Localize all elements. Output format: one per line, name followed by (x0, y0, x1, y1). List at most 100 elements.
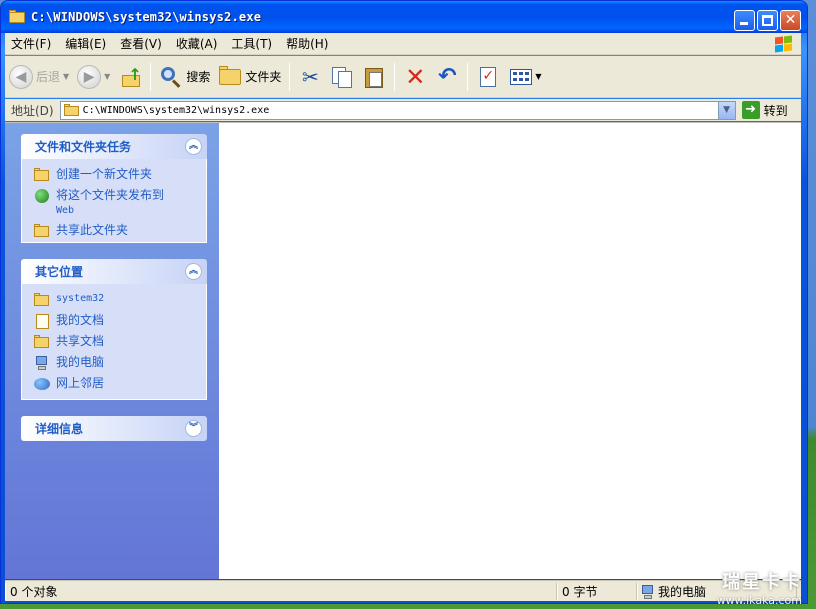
place-label: 我的电脑 (56, 355, 105, 369)
address-dropdown-icon[interactable]: ▼ (717, 101, 735, 119)
other-places-title: 其它位置 (35, 265, 84, 279)
back-button[interactable]: ◀ 后退 ▼ (5, 59, 73, 95)
search-label: 搜索 (186, 70, 211, 84)
folder-icon (34, 292, 50, 308)
folders-icon (218, 65, 242, 89)
menu-file[interactable]: 文件(F) (5, 35, 57, 52)
task-new-folder[interactable]: 创建一个新文件夹 (34, 167, 198, 183)
menu-view[interactable]: 查看(V) (114, 35, 168, 52)
details-header[interactable]: 详细信息 ︾ (21, 416, 207, 441)
menu-help[interactable]: 帮助(H) (280, 35, 334, 52)
forward-dropdown-icon[interactable]: ▼ (104, 72, 110, 81)
details-title: 详细信息 (35, 422, 84, 436)
maximize-button[interactable] (757, 10, 778, 31)
address-bar: 地址(D) C:\WINDOWS\system32\winsys2.exe ▼ … (5, 99, 801, 121)
go-label: 转到 (763, 103, 788, 118)
place-label: 网上邻居 (56, 376, 105, 390)
main-area: 文件和文件夹任务 ︽ 创建一个新文件夹 将这个文件夹发布到 Web 共享此文件夹… (5, 122, 801, 579)
task-label: 共享此文件夹 (56, 223, 129, 237)
file-tasks-title: 文件和文件夹任务 (35, 140, 132, 154)
other-places-header[interactable]: 其它位置 ︽ (21, 259, 207, 284)
file-tasks-panel: 文件和文件夹任务 ︽ 创建一个新文件夹 将这个文件夹发布到 Web 共享此文件夹 (21, 134, 207, 243)
undo-button[interactable]: ↶ (431, 59, 463, 95)
address-value: C:\WINDOWS\system32\winsys2.exe (82, 104, 270, 116)
documents-icon (34, 313, 50, 329)
properties-button[interactable]: ✓ (472, 59, 504, 95)
chevron-up-icon[interactable]: ︽ (185, 138, 202, 155)
place-my-documents[interactable]: 我的文档 (34, 313, 198, 329)
go-button[interactable]: ➜ 转到 (741, 101, 788, 119)
back-label: 后退 (36, 70, 61, 84)
menu-tools[interactable]: 工具(T) (225, 35, 278, 52)
chevron-up-icon[interactable]: ︽ (185, 263, 202, 280)
place-network[interactable]: 网上邻居 (34, 376, 198, 392)
place-my-computer[interactable]: 我的电脑 (34, 355, 198, 371)
back-dropdown-icon[interactable]: ▼ (63, 72, 69, 81)
file-tasks-header[interactable]: 文件和文件夹任务 ︽ (21, 134, 207, 159)
up-folder-icon: ↑ (122, 65, 142, 87)
views-dropdown-icon[interactable]: ▼ (535, 72, 541, 81)
new-folder-icon (34, 167, 50, 183)
explorer-window: C:\WINDOWS\system32\winsys2.exe ✕ 文件(F) … (0, 0, 808, 604)
toolbar-separator (289, 62, 291, 91)
paste-icon (362, 65, 386, 89)
task-share-folder[interactable]: 共享此文件夹 (34, 223, 198, 239)
views-icon (508, 65, 533, 89)
minimize-button[interactable] (734, 10, 755, 31)
folders-label: 文件夹 (245, 70, 282, 84)
close-icon: ✕ (784, 12, 797, 28)
place-shared-documents[interactable]: 共享文档 (34, 334, 198, 350)
place-label: system32 (56, 293, 105, 304)
forward-arrow-icon: ▶ (83, 68, 95, 85)
toolbar-separator (394, 62, 396, 91)
scissors-icon: ✂ (301, 64, 319, 89)
delete-icon: ✕ (405, 62, 426, 91)
share-folder-icon (34, 223, 50, 239)
menu-bar: 文件(F) 编辑(E) 查看(V) 收藏(A) 工具(T) 帮助(H) (5, 33, 801, 55)
watermark: 瑞星卡卡 www.ikaka.com (717, 568, 802, 607)
cut-button[interactable]: ✂ (294, 59, 326, 95)
watermark-logo: 瑞星卡卡 (722, 572, 802, 593)
windows-logo-icon (773, 35, 793, 53)
up-button[interactable]: ↑ (114, 59, 146, 95)
chevron-down-icon[interactable]: ︾ (185, 420, 202, 437)
address-label: 地址(D) (11, 103, 54, 118)
place-system32[interactable]: system32 (34, 292, 198, 308)
search-button[interactable]: 搜索 (155, 59, 214, 95)
place-label: 我的文档 (56, 313, 105, 327)
views-button[interactable]: ▼ (504, 59, 545, 95)
globe-icon (34, 188, 50, 204)
title-bar[interactable]: C:\WINDOWS\system32\winsys2.exe ✕ (1, 1, 807, 33)
menu-edit[interactable]: 编辑(E) (59, 35, 112, 52)
folder-icon (34, 334, 50, 350)
folders-button[interactable]: 文件夹 (214, 59, 285, 95)
task-label: 创建一个新文件夹 (56, 167, 153, 181)
network-icon (34, 376, 50, 392)
details-panel: 详细信息 ︾ (21, 416, 207, 441)
copy-button[interactable] (326, 59, 358, 95)
copy-icon (330, 65, 354, 89)
go-arrow-icon: ➜ (741, 101, 760, 119)
undo-icon: ↶ (438, 63, 457, 89)
computer-icon (642, 584, 654, 599)
search-icon (159, 65, 183, 89)
close-button[interactable]: ✕ (780, 10, 801, 31)
file-list-area[interactable] (219, 123, 801, 579)
address-input[interactable]: C:\WINDOWS\system32\winsys2.exe ▼ (59, 100, 736, 120)
computer-icon (34, 355, 50, 371)
paste-button[interactable] (358, 59, 390, 95)
properties-icon: ✓ (476, 65, 500, 89)
watermark-site: www.ikaka.com (716, 594, 802, 607)
back-arrow-icon: ◀ (15, 68, 27, 85)
task-publish-web[interactable]: 将这个文件夹发布到 Web (34, 188, 198, 218)
menu-favorites[interactable]: 收藏(A) (170, 35, 224, 52)
forward-button[interactable]: ▶ ▼ (73, 59, 114, 95)
toolbar: ◀ 后退 ▼ ▶ ▼ ↑ 搜索 文件夹 ✂ ✕ ↶ ✓ ▼ (5, 56, 801, 98)
status-object-count: 0 个对象 (5, 582, 557, 600)
delete-button[interactable]: ✕ (399, 59, 431, 95)
window-title: C:\WINDOWS\system32\winsys2.exe (31, 10, 262, 24)
task-label-web: Web (56, 205, 75, 216)
toolbar-separator (467, 62, 469, 91)
status-size: 0 字节 (557, 582, 637, 600)
address-folder-icon (63, 104, 80, 116)
